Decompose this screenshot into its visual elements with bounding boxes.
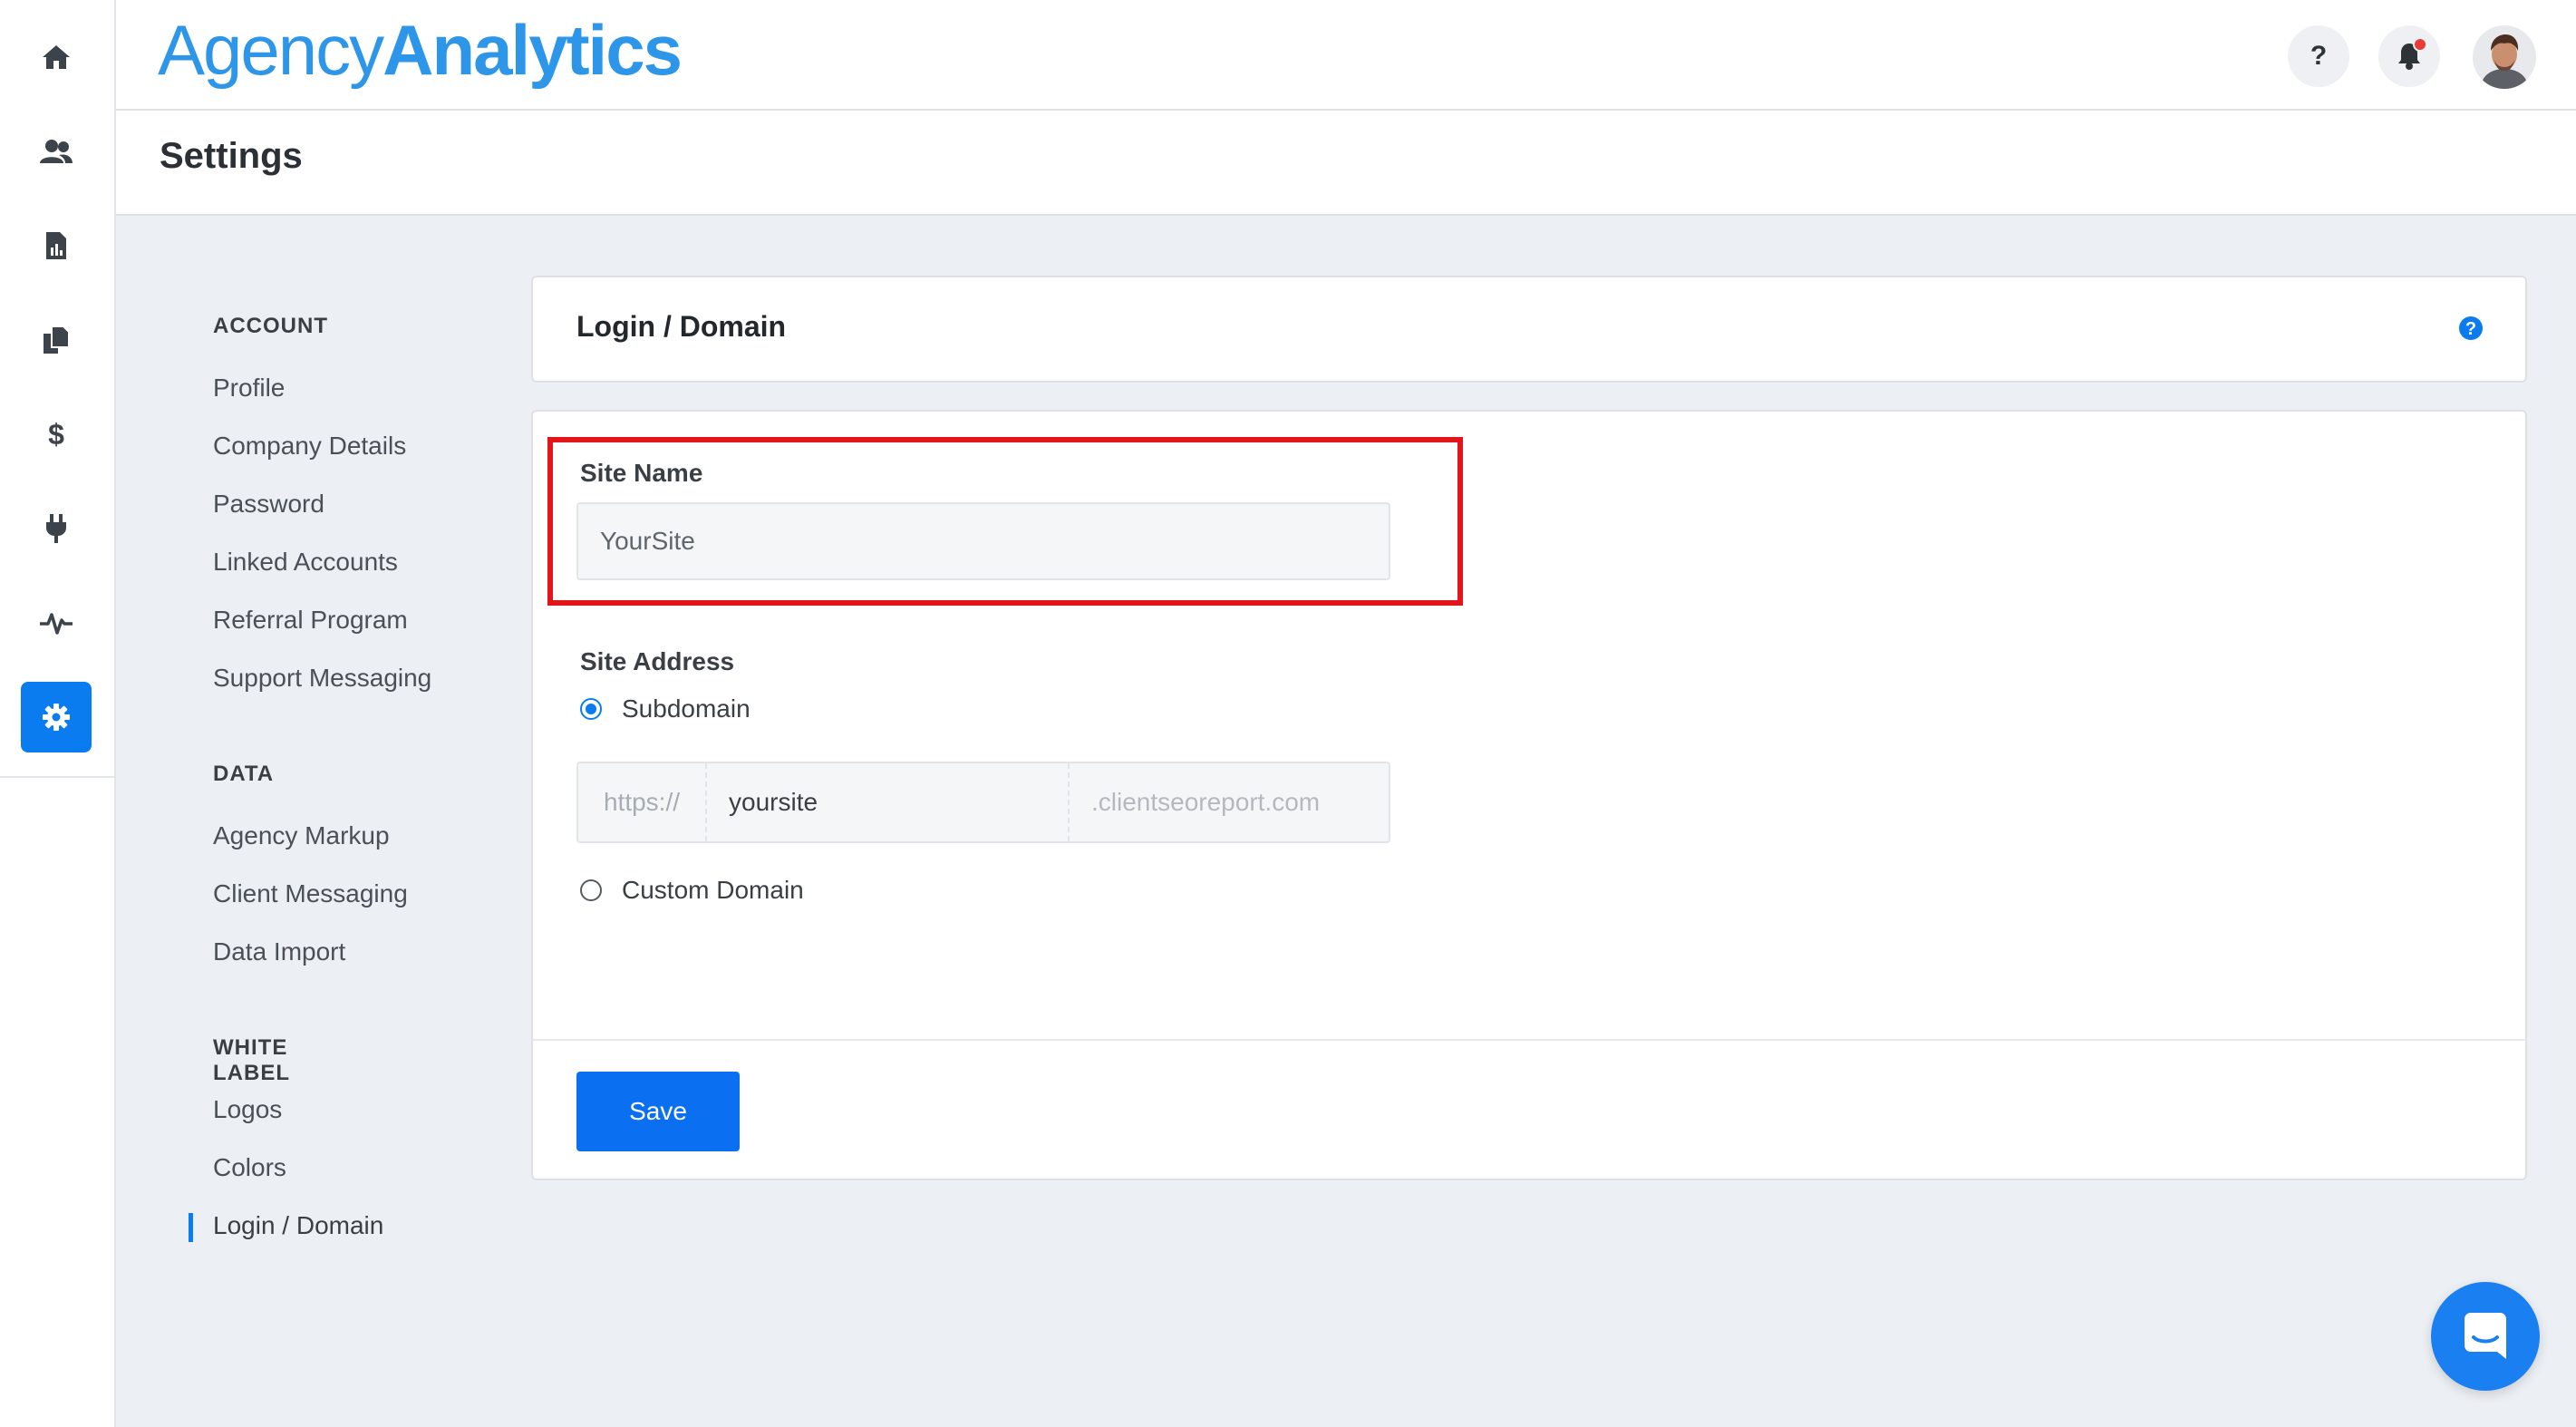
card-title: Login / Domain xyxy=(576,310,787,343)
icon-rail: $ xyxy=(0,0,116,1427)
dollar-icon: $ xyxy=(45,419,67,450)
menu-item-colors[interactable]: Colors xyxy=(213,1153,286,1182)
menu-item-company-details[interactable]: Company Details xyxy=(213,432,406,461)
help-button[interactable]: ? xyxy=(2288,25,2349,87)
menu-heading-white-label: WHITE LABEL xyxy=(213,1035,290,1085)
page-title-bar: Settings xyxy=(116,111,2576,216)
plug-icon xyxy=(44,513,68,544)
rail-documents[interactable] xyxy=(21,305,92,375)
notifications-button[interactable] xyxy=(2378,25,2440,87)
rail-home[interactable] xyxy=(21,22,92,92)
agency-analytics-logo[interactable]: AgencyAnalytics xyxy=(158,9,683,91)
rail-settings[interactable] xyxy=(21,682,92,752)
subdomain-input[interactable] xyxy=(707,763,1070,841)
menu-item-referral-program[interactable]: Referral Program xyxy=(213,606,408,635)
rail-divider xyxy=(0,776,114,778)
menu-item-logos[interactable]: Logos xyxy=(213,1095,282,1124)
site-name-input[interactable] xyxy=(576,502,1390,580)
subdomain-label: Subdomain xyxy=(622,694,751,723)
notification-dot xyxy=(2413,37,2427,52)
custom-domain-label: Custom Domain xyxy=(622,876,804,904)
help-circle-icon[interactable]: ? xyxy=(2458,315,2484,345)
help-icon: ? xyxy=(2310,41,2328,71)
domain-suffix: .clientseoreport.com xyxy=(1091,788,1321,816)
url-prefix: https:// xyxy=(578,763,707,841)
form-footer-divider xyxy=(533,1039,2525,1041)
menu-item-client-messaging[interactable]: Client Messaging xyxy=(213,879,408,908)
menu-item-password[interactable]: Password xyxy=(213,490,324,519)
svg-text:?: ? xyxy=(2465,319,2476,339)
menu-heading-account: ACCOUNT xyxy=(213,314,328,338)
custom-domain-radio[interactable] xyxy=(580,879,602,901)
active-menu-indicator xyxy=(189,1213,193,1242)
rail-billing[interactable]: $ xyxy=(21,399,92,470)
subdomain-input-group: https:// .clientseoreport.com xyxy=(576,762,1390,843)
users-icon xyxy=(39,138,73,165)
rail-users[interactable] xyxy=(21,116,92,187)
menu-item-support-messaging[interactable]: Support Messaging xyxy=(213,664,431,693)
documents-icon xyxy=(43,325,70,354)
subdomain-option[interactable]: Subdomain xyxy=(580,694,751,723)
menu-item-linked-accounts[interactable]: Linked Accounts xyxy=(213,548,398,577)
chat-launcher[interactable] xyxy=(2431,1282,2540,1391)
custom-domain-option[interactable]: Custom Domain xyxy=(580,876,804,905)
logo-text-light: Agency xyxy=(158,10,384,90)
svg-text:$: $ xyxy=(48,419,64,450)
menu-item-profile[interactable]: Profile xyxy=(213,374,285,403)
rail-activity[interactable] xyxy=(21,587,92,658)
subdomain-radio[interactable] xyxy=(580,698,602,720)
gear-icon xyxy=(42,703,71,732)
site-address-label: Site Address xyxy=(580,647,735,675)
login-domain-form: Site Name Site Address Subdomain https:/… xyxy=(531,410,2527,1180)
rail-integrations[interactable] xyxy=(21,493,92,564)
menu-item-data-import[interactable]: Data Import xyxy=(213,937,345,966)
site-name-label: Site Name xyxy=(580,459,703,487)
page-title: Settings xyxy=(160,136,303,176)
menu-heading-data: DATA xyxy=(213,762,275,786)
activity-icon xyxy=(39,609,73,636)
chat-icon xyxy=(2459,1310,2512,1363)
user-avatar[interactable] xyxy=(2473,25,2536,89)
save-button[interactable]: Save xyxy=(576,1072,740,1151)
login-domain-card-header: Login / Domain ? xyxy=(531,276,2527,383)
report-icon xyxy=(44,231,68,260)
logo-text-bold: Analytics xyxy=(383,10,683,90)
menu-item-login-domain[interactable]: Login / Domain xyxy=(213,1211,383,1240)
top-header: AgencyAnalytics ? xyxy=(116,0,2576,111)
home-icon xyxy=(41,43,72,72)
rail-reports[interactable] xyxy=(21,210,92,281)
menu-item-agency-markup[interactable]: Agency Markup xyxy=(213,821,390,850)
